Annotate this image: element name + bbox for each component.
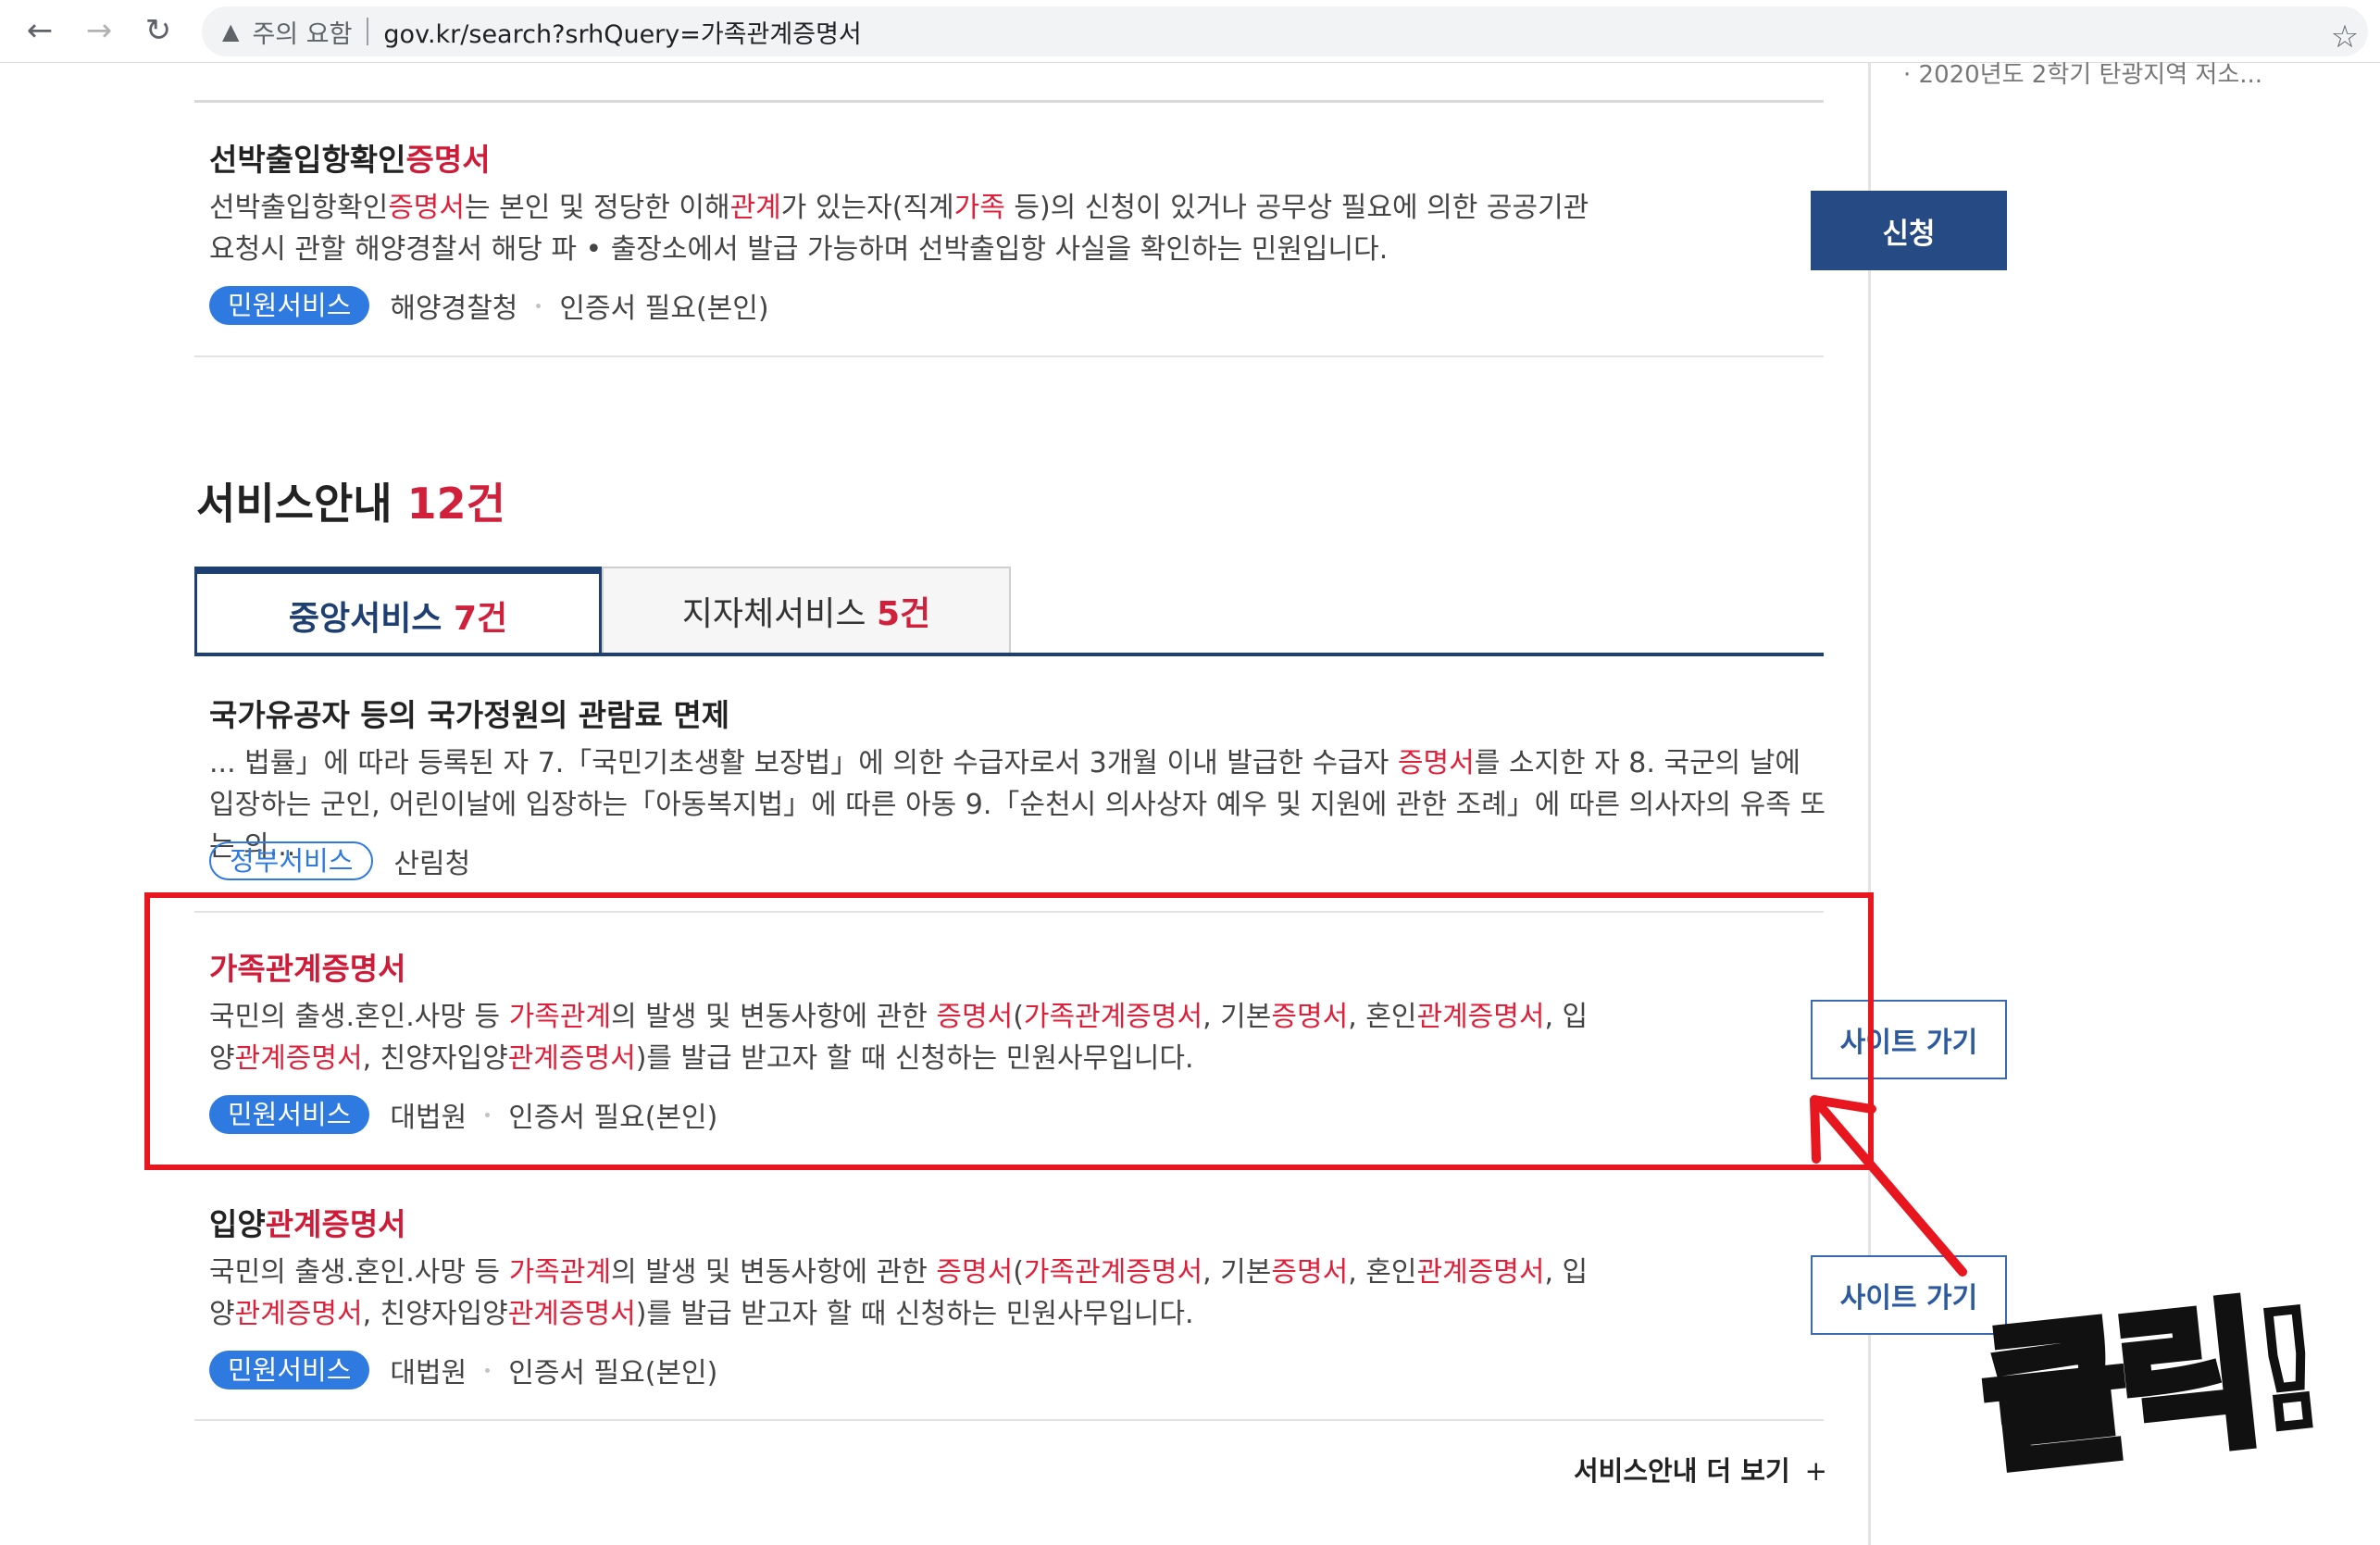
certificate-label: 인증서 필요(본인) — [508, 1357, 718, 1389]
click-annotation-label: 클릭! — [1969, 1273, 2329, 1500]
title-text: 선박출입항확인 — [209, 142, 406, 178]
service-meta: 민원서비스 대법원 인증서 필요(본인) — [209, 1350, 717, 1390]
desc-text: ... 법률」에 따라 등록된 자 7.「국민기초생활 보장법」에 의한 수급자… — [209, 747, 1398, 779]
category-badge: 민원서비스 — [209, 1351, 370, 1389]
desc-highlight: 가족관계 — [508, 1256, 612, 1289]
apply-button[interactable]: 신청 — [1811, 191, 2007, 270]
desc-text: 국민의 출생.혼인.사망 등 — [209, 1256, 509, 1289]
more-services-link[interactable]: 서비스안내 더 보기 + — [1574, 1450, 1827, 1489]
tab-label: 지자체서비스 — [681, 594, 866, 633]
desc-text: 의 발생 및 변동사항에 관한 — [611, 1256, 937, 1289]
section-title-text: 서비스안내 — [196, 479, 393, 529]
back-arrow-icon[interactable]: ← — [17, 7, 63, 54]
divider — [194, 100, 1824, 103]
desc-highlight: 관계증명서 — [507, 1298, 636, 1330]
service-title-link[interactable]: 입양관계증명서 — [209, 1200, 406, 1244]
pointer-arrow-icon — [1810, 1095, 1967, 1277]
desc-text: , 기본 — [1202, 1256, 1272, 1289]
desc-text: , 혼인 — [1348, 1256, 1417, 1289]
title-highlight: 증명서 — [405, 142, 491, 178]
bookmark-star-icon[interactable]: ☆ — [2322, 14, 2368, 60]
plus-icon: + — [1804, 1455, 1827, 1487]
section-heading: 서비스안내 12건 — [196, 470, 505, 531]
result-description: 선박출입항확인증명서는 본인 및 정당한 이해관계가 있는자(직계가족 등)의 … — [209, 187, 1598, 270]
more-services-label: 서비스안내 더 보기 — [1574, 1455, 1790, 1487]
title-highlight: 관계증명서 — [265, 1206, 406, 1242]
tab-count: 5건 — [877, 594, 931, 633]
result-meta: 민원서비스 해양경찰청 인증서 필요(본인) — [209, 285, 769, 326]
dot-separator — [536, 303, 542, 308]
dot-separator — [485, 1367, 491, 1373]
forward-arrow-icon[interactable]: → — [76, 7, 122, 54]
divider — [194, 355, 1824, 357]
agency-label: 대법원 — [390, 1357, 467, 1389]
desc-text: 가 있는자(직계 — [780, 192, 954, 224]
desc-highlight: 관계증명서 — [234, 1298, 363, 1330]
section-count: 12건 — [406, 479, 505, 529]
omnibox-separator — [367, 18, 369, 45]
desc-text: )를 발급 받고자 할 때 신청하는 민원사무입니다. — [635, 1298, 1194, 1330]
desc-text: ( — [1013, 1256, 1024, 1289]
tab-local-services[interactable]: 지자체서비스 5건 — [602, 567, 1011, 653]
agency-label: 해양경찰청 — [390, 293, 518, 325]
desc-text: 는 본인 및 정당한 이해 — [465, 192, 730, 224]
service-description: 국민의 출생.혼인.사망 등 가족관계의 발생 및 변동사항에 관한 증명서(가… — [209, 1252, 1598, 1335]
service-title-link[interactable]: 국가유공자 등의 국가정원의 관람료 면제 — [209, 691, 729, 735]
agency-label: 산림청 — [393, 848, 471, 880]
sidebar-list-item[interactable]: · 2020년도 2학기 탄광지역 저소... — [1903, 56, 2262, 90]
desc-highlight: 가족 — [953, 192, 1005, 224]
desc-text: , 친양자입양 — [362, 1298, 508, 1330]
desc-highlight: 가족관계증명서 — [1023, 1256, 1203, 1289]
result-card-ship-entry: 선박출입항확인증명서 선박출입항확인증명서는 본인 및 정당한 이해관계가 있는… — [194, 130, 2007, 356]
desc-highlight: 증명서 — [1271, 1256, 1349, 1289]
result-title-link[interactable]: 선박출입항확인증명서 — [209, 135, 491, 180]
bullet-icon: · — [1903, 61, 1919, 89]
desc-highlight: 관계 — [729, 192, 781, 224]
tab-count: 7건 — [453, 599, 508, 638]
service-item: 국가유공자 등의 국가정원의 관람료 면제 ... 법률」에 따라 등록된 자 … — [194, 685, 1825, 907]
tab-label: 중앙서비스 — [288, 599, 442, 638]
desc-highlight: 증명서 — [936, 1256, 1014, 1289]
category-badge: 민원서비스 — [209, 286, 370, 325]
address-bar[interactable]: ▲ 주의 요함 gov.kr/search?srhQuery=가족관계증명서 ☆ — [202, 6, 2368, 56]
tabbar-underline — [194, 653, 1824, 656]
service-item-adoption-certificate: 입양관계증명서 국민의 출생.혼인.사망 등 가족관계의 발생 및 변동사항에 … — [194, 1194, 2007, 1416]
service-meta: 정부서비스 산림청 — [209, 841, 470, 881]
tab-central-services[interactable]: 중앙서비스 7건 — [194, 567, 602, 656]
certificate-label: 인증서 필요(본인) — [559, 293, 769, 325]
warning-triangle-icon[interactable]: ▲ — [222, 19, 239, 44]
security-warning-label[interactable]: 주의 요함 — [252, 14, 352, 50]
reload-icon[interactable]: ↻ — [135, 7, 181, 54]
category-badge: 정부서비스 — [209, 841, 374, 880]
desc-text: 선박출입항확인 — [209, 192, 389, 224]
url-text[interactable]: gov.kr/search?srhQuery=가족관계증명서 — [383, 14, 861, 50]
desc-highlight: 관계증명서 — [1416, 1256, 1545, 1289]
desc-highlight: 증명서 — [1397, 747, 1475, 779]
desc-highlight: 증명서 — [388, 192, 466, 224]
divider — [194, 1419, 1824, 1421]
highlight-box — [144, 892, 1874, 1170]
title-text: 입양 — [209, 1206, 266, 1242]
sidebar-list-item-text: 2020년도 2학기 탄광지역 저소... — [1918, 61, 2263, 89]
browser-toolbar: ← → ↻ ▲ 주의 요함 gov.kr/search?srhQuery=가족관… — [0, 0, 2380, 63]
